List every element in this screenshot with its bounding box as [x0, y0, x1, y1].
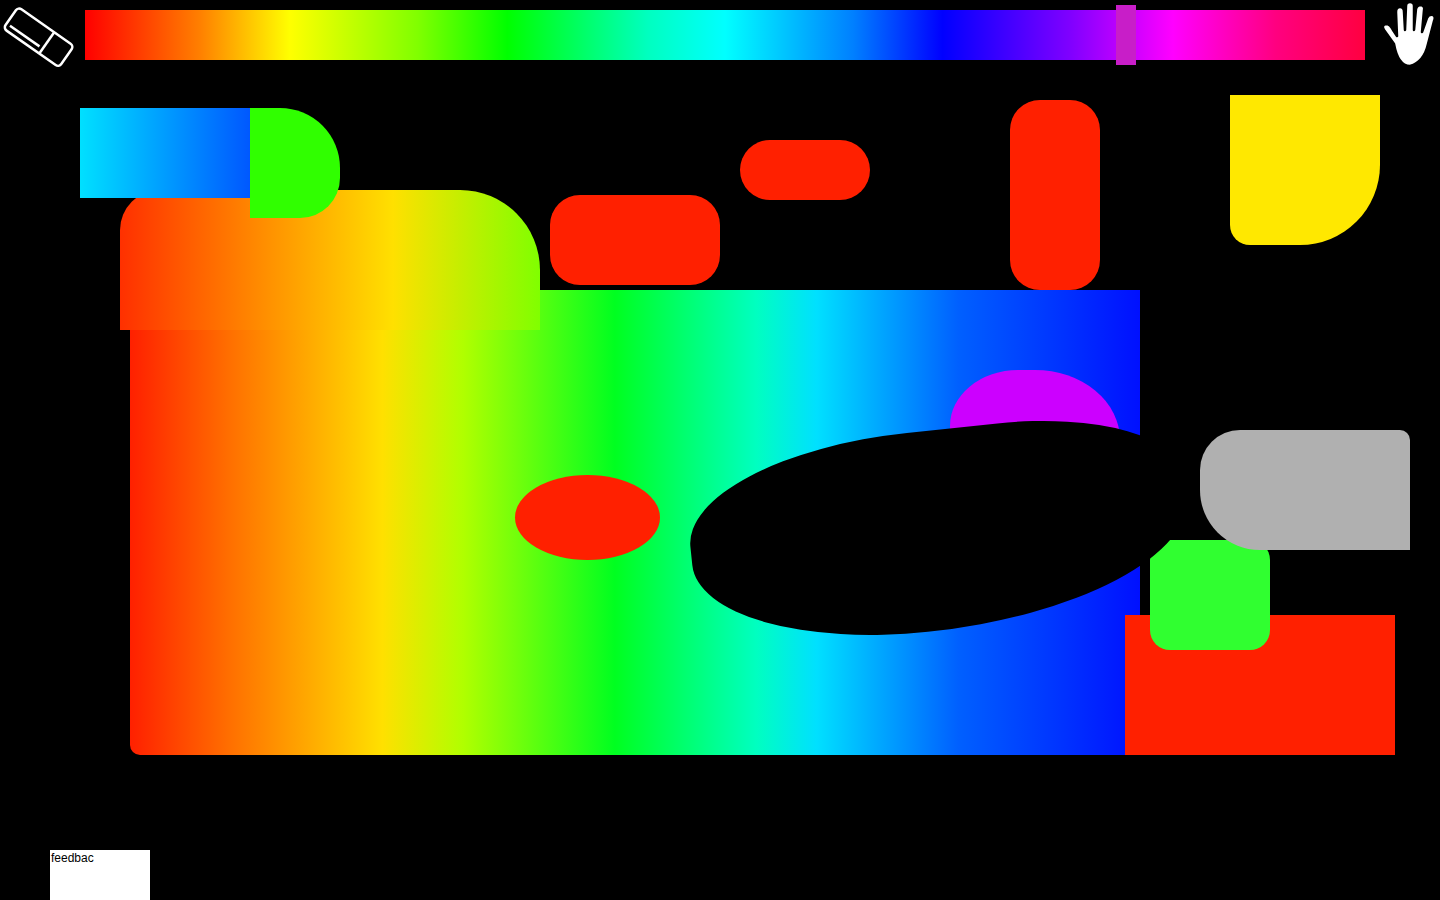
toolbar	[0, 0, 1440, 79]
depth-region	[515, 475, 660, 560]
hand-button[interactable]	[1374, 0, 1440, 75]
feedback-label: feedbac	[50, 850, 150, 865]
palette-handle[interactable]	[1116, 5, 1136, 65]
color-palette-slider[interactable]	[85, 10, 1365, 60]
eraser-icon	[0, 0, 76, 76]
hand-icon	[1374, 0, 1440, 72]
feedback-box: feedbac	[50, 850, 150, 900]
eraser-button[interactable]	[0, 0, 76, 79]
depth-region	[250, 108, 340, 218]
depth-region	[1010, 100, 1100, 290]
depth-region	[550, 195, 720, 285]
depth-region	[1200, 430, 1410, 550]
depth-region	[740, 140, 870, 200]
depth-region	[120, 190, 540, 330]
depth-region	[1230, 95, 1380, 245]
depth-image	[0, 0, 1440, 900]
depth-view-screen: feedbac	[0, 0, 1440, 900]
depth-region	[1150, 540, 1270, 650]
depth-region	[80, 108, 260, 198]
